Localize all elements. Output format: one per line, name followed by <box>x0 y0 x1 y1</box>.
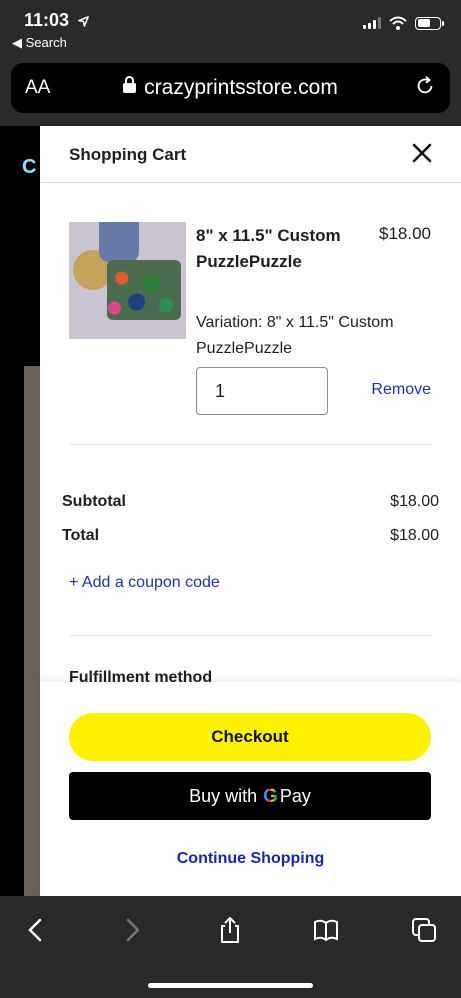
background-page: C <box>0 126 40 901</box>
close-icon[interactable] <box>411 142 433 164</box>
url-display[interactable]: crazyprintsstore.com <box>11 76 450 100</box>
subtotal-value: $18.00 <box>390 493 439 510</box>
back-to-search-link[interactable]: ◀ Search <box>12 35 67 51</box>
subtotal-label: Subtotal <box>62 493 126 510</box>
background-image-strip <box>24 366 40 901</box>
battery-icon <box>415 16 444 30</box>
google-pay-button[interactable]: Buy with G Pay <box>69 772 431 820</box>
product-variation: Variation: 8" x 11.5" Custom PuzzlePuzzl… <box>196 314 394 357</box>
quantity-input[interactable]: 1 <box>196 367 328 415</box>
forward-icon[interactable] <box>118 916 146 944</box>
share-icon[interactable] <box>216 916 244 944</box>
total-label: Total <box>62 527 100 544</box>
back-icon[interactable] <box>22 916 50 944</box>
status-time: 11:03 <box>24 10 70 30</box>
browser-top-chrome: 11:03 ◀ Search AA crazyprintsstore.com <box>0 0 461 126</box>
status-indicators <box>363 16 444 30</box>
gpay-suffix: Pay <box>279 786 311 806</box>
cart-title: Shopping Cart <box>69 145 187 164</box>
url-domain: crazyprintsstore.com <box>144 76 338 99</box>
product-price: $18.00 <box>379 224 431 243</box>
total-value: $18.00 <box>390 527 439 544</box>
bookmarks-icon[interactable] <box>312 916 340 944</box>
location-arrow-icon <box>78 16 89 27</box>
continue-shopping-link[interactable]: Continue Shopping <box>40 850 461 868</box>
checkout-button[interactable]: Checkout <box>69 713 431 761</box>
cart-header: Shopping Cart <box>40 126 461 183</box>
url-bar[interactable]: AA crazyprintsstore.com <box>11 63 450 113</box>
product-thumbnail[interactable] <box>69 222 186 339</box>
shopping-cart-panel: Shopping Cart 8" x 11.5" Custom PuzzlePu… <box>40 126 461 896</box>
home-indicator <box>148 983 313 988</box>
gpay-prefix: Buy with <box>189 786 258 806</box>
wifi-icon <box>389 16 407 30</box>
background-logo-fragment: C <box>22 156 37 178</box>
tabs-icon[interactable] <box>410 916 438 944</box>
divider <box>69 444 431 445</box>
cart-footer: Checkout Buy with G Pay Continue Shopping <box>40 682 461 896</box>
cellular-signal-icon <box>363 17 381 29</box>
divider <box>69 635 431 636</box>
remove-item-link[interactable]: Remove <box>371 381 431 399</box>
reload-icon[interactable] <box>414 75 436 97</box>
add-coupon-link[interactable]: + Add a coupon code <box>69 574 220 592</box>
google-g-icon: G <box>263 773 278 821</box>
product-name[interactable]: 8" x 11.5" Custom PuzzlePuzzle <box>196 223 356 275</box>
lock-icon <box>123 76 137 94</box>
